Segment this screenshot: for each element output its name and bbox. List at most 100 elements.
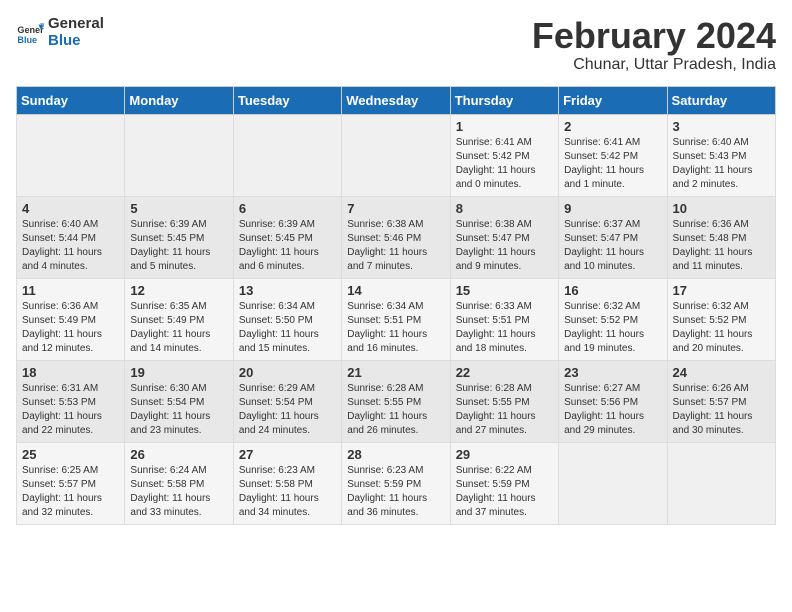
day-number: 10 — [673, 201, 770, 216]
calendar-cell — [342, 114, 450, 196]
calendar-cell: 24Sunrise: 6:26 AMSunset: 5:57 PMDayligh… — [667, 360, 775, 442]
calendar-week-row: 4 Sunrise: 6:40 AMSunset: 5:44 PMDaylight… — [17, 196, 776, 278]
calendar-week-row: 18Sunrise: 6:31 AMSunset: 5:53 PMDayligh… — [17, 360, 776, 442]
day-number: 27 — [239, 447, 336, 462]
calendar-cell: 18Sunrise: 6:31 AMSunset: 5:53 PMDayligh… — [17, 360, 125, 442]
day-info: Sunrise: 6:32 AMSunset: 5:52 PMDaylight:… — [564, 300, 661, 356]
day-number: 28 — [347, 447, 444, 462]
weekday-header: Friday — [559, 86, 667, 114]
day-number: 16 — [564, 283, 661, 298]
calendar-cell — [17, 114, 125, 196]
day-info: Sunrise: 6:32 AMSunset: 5:52 PMDaylight:… — [673, 300, 770, 356]
day-number: 17 — [673, 283, 770, 298]
day-number: 9 — [564, 201, 661, 216]
calendar-table: SundayMondayTuesdayWednesdayThursdayFrid… — [16, 86, 776, 525]
day-info: Sunrise: 6:39 AMSunset: 5:45 PMDaylight:… — [130, 218, 227, 274]
day-info: Sunrise: 6:26 AMSunset: 5:57 PMDaylight:… — [673, 382, 770, 438]
day-info: Sunrise: 6:34 AMSunset: 5:51 PMDaylight:… — [347, 300, 444, 356]
day-info: Sunrise: 6:36 AMSunset: 5:49 PMDaylight:… — [22, 300, 119, 356]
calendar-body: 1 Sunrise: 6:41 AMSunset: 5:42 PMDaylight… — [17, 114, 776, 524]
day-number: 13 — [239, 283, 336, 298]
svg-text:Blue: Blue — [17, 34, 37, 44]
calendar-cell: 11 Sunrise: 6:36 AMSunset: 5:49 PMDayligh… — [17, 278, 125, 360]
day-number: 1 — [456, 119, 553, 134]
calendar-cell — [559, 442, 667, 524]
calendar-cell: 4 Sunrise: 6:40 AMSunset: 5:44 PMDaylight… — [17, 196, 125, 278]
day-number: 5 — [130, 201, 227, 216]
calendar-cell: 20 Sunrise: 6:29 AMSunset: 5:54 PMDayligh… — [233, 360, 341, 442]
weekday-header: Thursday — [450, 86, 558, 114]
day-number: 11 — [22, 283, 119, 298]
calendar-cell: 28 Sunrise: 6:23 AMSunset: 5:59 PMDayligh… — [342, 442, 450, 524]
day-info: Sunrise: 6:40 AMSunset: 5:43 PMDaylight:… — [673, 136, 770, 192]
day-number: 2 — [564, 119, 661, 134]
day-number: 29 — [456, 447, 553, 462]
calendar-cell: 13 Sunrise: 6:34 AMSunset: 5:50 PMDayligh… — [233, 278, 341, 360]
day-info: Sunrise: 6:23 AMSunset: 5:59 PMDaylight:… — [347, 464, 444, 520]
day-number: 12 — [130, 283, 227, 298]
day-info: Sunrise: 6:37 AMSunset: 5:47 PMDaylight:… — [564, 218, 661, 274]
calendar-cell: 1 Sunrise: 6:41 AMSunset: 5:42 PMDaylight… — [450, 114, 558, 196]
day-info: Sunrise: 6:25 AMSunset: 5:57 PMDaylight:… — [22, 464, 119, 520]
calendar-cell: 2 Sunrise: 6:41 AMSunset: 5:42 PMDaylight… — [559, 114, 667, 196]
calendar-cell: 3Sunrise: 6:40 AMSunset: 5:43 PMDaylight… — [667, 114, 775, 196]
day-info: Sunrise: 6:41 AMSunset: 5:42 PMDaylight:… — [564, 136, 661, 192]
location-title: Chunar, Uttar Pradesh, India — [532, 56, 776, 74]
calendar-cell: 14 Sunrise: 6:34 AMSunset: 5:51 PMDayligh… — [342, 278, 450, 360]
day-info: Sunrise: 6:28 AMSunset: 5:55 PMDaylight:… — [456, 382, 553, 438]
calendar-cell: 29Sunrise: 6:22 AMSunset: 5:59 PMDayligh… — [450, 442, 558, 524]
weekday-header: Tuesday — [233, 86, 341, 114]
day-number: 4 — [22, 201, 119, 216]
day-info: Sunrise: 6:28 AMSunset: 5:55 PMDaylight:… — [347, 382, 444, 438]
day-number: 15 — [456, 283, 553, 298]
calendar-cell — [233, 114, 341, 196]
day-number: 14 — [347, 283, 444, 298]
day-number: 6 — [239, 201, 336, 216]
day-info: Sunrise: 6:40 AMSunset: 5:44 PMDaylight:… — [22, 218, 119, 274]
calendar-cell: 5 Sunrise: 6:39 AMSunset: 5:45 PMDaylight… — [125, 196, 233, 278]
day-number: 25 — [22, 447, 119, 462]
calendar-cell: 9 Sunrise: 6:37 AMSunset: 5:47 PMDaylight… — [559, 196, 667, 278]
calendar-week-row: 11 Sunrise: 6:36 AMSunset: 5:49 PMDayligh… — [17, 278, 776, 360]
day-info: Sunrise: 6:41 AMSunset: 5:42 PMDaylight:… — [456, 136, 553, 192]
day-info: Sunrise: 6:36 AMSunset: 5:48 PMDaylight:… — [673, 218, 770, 274]
day-number: 22 — [456, 365, 553, 380]
logo-icon: General Blue — [16, 19, 44, 47]
weekday-header: Saturday — [667, 86, 775, 114]
day-number: 19 — [130, 365, 227, 380]
calendar-cell: 16 Sunrise: 6:32 AMSunset: 5:52 PMDayligh… — [559, 278, 667, 360]
calendar-cell: 15Sunrise: 6:33 AMSunset: 5:51 PMDayligh… — [450, 278, 558, 360]
logo-text-blue: Blue — [48, 33, 104, 50]
calendar-cell: 23Sunrise: 6:27 AMSunset: 5:56 PMDayligh… — [559, 360, 667, 442]
calendar-cell: 26Sunrise: 6:24 AMSunset: 5:58 PMDayligh… — [125, 442, 233, 524]
calendar-cell — [125, 114, 233, 196]
day-info: Sunrise: 6:38 AMSunset: 5:47 PMDaylight:… — [456, 218, 553, 274]
calendar-cell: 22 Sunrise: 6:28 AMSunset: 5:55 PMDayligh… — [450, 360, 558, 442]
day-info: Sunrise: 6:29 AMSunset: 5:54 PMDaylight:… — [239, 382, 336, 438]
day-info: Sunrise: 6:24 AMSunset: 5:58 PMDaylight:… — [130, 464, 227, 520]
day-number: 20 — [239, 365, 336, 380]
calendar-cell: 17 Sunrise: 6:32 AMSunset: 5:52 PMDayligh… — [667, 278, 775, 360]
day-number: 8 — [456, 201, 553, 216]
day-info: Sunrise: 6:39 AMSunset: 5:45 PMDaylight:… — [239, 218, 336, 274]
calendar-week-row: 1 Sunrise: 6:41 AMSunset: 5:42 PMDaylight… — [17, 114, 776, 196]
logo-text-general: General — [48, 16, 104, 33]
day-info: Sunrise: 6:31 AMSunset: 5:53 PMDaylight:… — [22, 382, 119, 438]
calendar-cell: 6 Sunrise: 6:39 AMSunset: 5:45 PMDaylight… — [233, 196, 341, 278]
weekday-header: Monday — [125, 86, 233, 114]
calendar-cell: 12 Sunrise: 6:35 AMSunset: 5:49 PMDayligh… — [125, 278, 233, 360]
day-info: Sunrise: 6:30 AMSunset: 5:54 PMDaylight:… — [130, 382, 227, 438]
day-number: 7 — [347, 201, 444, 216]
day-info: Sunrise: 6:38 AMSunset: 5:46 PMDaylight:… — [347, 218, 444, 274]
title-area: February 2024 Chunar, Uttar Pradesh, Ind… — [532, 16, 776, 74]
day-info: Sunrise: 6:34 AMSunset: 5:50 PMDaylight:… — [239, 300, 336, 356]
day-info: Sunrise: 6:35 AMSunset: 5:49 PMDaylight:… — [130, 300, 227, 356]
calendar-cell: 27Sunrise: 6:23 AMSunset: 5:58 PMDayligh… — [233, 442, 341, 524]
header-row: SundayMondayTuesdayWednesdayThursdayFrid… — [17, 86, 776, 114]
day-number: 23 — [564, 365, 661, 380]
calendar-cell: 8 Sunrise: 6:38 AMSunset: 5:47 PMDaylight… — [450, 196, 558, 278]
weekday-header: Sunday — [17, 86, 125, 114]
month-title: February 2024 — [532, 16, 776, 56]
header: General Blue General Blue February 2024 … — [16, 16, 776, 74]
logo: General Blue General Blue — [16, 16, 104, 49]
